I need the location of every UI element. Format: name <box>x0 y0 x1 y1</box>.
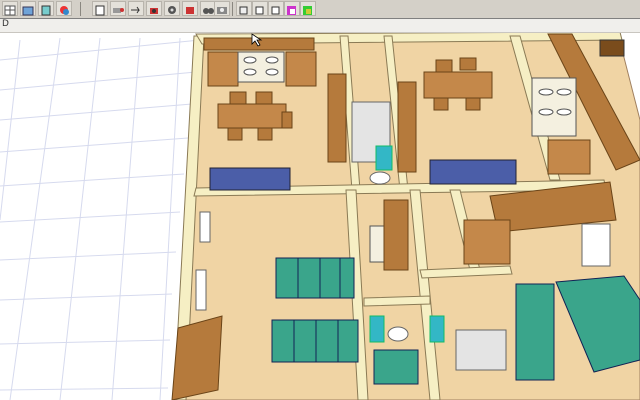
toolbar-separator <box>80 2 81 16</box>
properties-icon <box>113 8 124 13</box>
status-strip: D <box>0 19 640 33</box>
properties-tool-button[interactable] <box>110 1 126 16</box>
view-perspective-tool-button[interactable] <box>284 1 300 16</box>
page-tool-button[interactable] <box>92 1 108 16</box>
gear-icon <box>168 6 176 14</box>
grid-tool-button[interactable] <box>2 1 18 16</box>
settings-tool-button[interactable] <box>164 1 180 16</box>
camera-tool-button[interactable] <box>146 1 162 16</box>
snapshot-tool-button[interactable] <box>214 1 230 16</box>
camera-icon <box>150 8 158 14</box>
save-tool-button[interactable] <box>38 1 54 16</box>
blue-couch-left <box>209 167 291 191</box>
status-strip-label: D <box>2 19 9 29</box>
view-side-tool-button[interactable] <box>268 1 284 16</box>
page-icon <box>95 5 105 16</box>
open-icon <box>22 6 34 16</box>
grid-icon <box>4 5 16 16</box>
render-icon <box>186 7 194 14</box>
blue-couch-right <box>429 159 517 185</box>
3d-viewport[interactable] <box>0 33 640 400</box>
tall-cabinet-center <box>327 73 347 163</box>
render-tool-button[interactable] <box>182 1 198 16</box>
view-color-icon <box>303 6 312 15</box>
toolbar <box>0 0 640 19</box>
open-tool-button[interactable] <box>20 1 36 16</box>
color-icon <box>60 6 69 15</box>
move-tool-button[interactable] <box>128 1 144 16</box>
color-tool-button[interactable] <box>56 1 72 16</box>
move-icon <box>131 6 140 14</box>
tall-cabinet-right <box>397 81 417 173</box>
view-top-tool-button[interactable] <box>236 1 252 16</box>
toolbar-separator <box>232 2 233 16</box>
view-front-icon <box>255 6 264 15</box>
view-front-tool-button[interactable] <box>252 1 268 16</box>
view-perspective-icon <box>287 6 296 15</box>
view-color-tool-button[interactable] <box>300 1 316 16</box>
walk-icon <box>203 8 214 14</box>
snapshot-icon <box>217 7 227 14</box>
floor-plan-3d-view <box>0 33 640 400</box>
ground-grid <box>0 37 201 400</box>
view-top-icon <box>239 6 248 15</box>
view-side-icon <box>271 6 280 15</box>
save-icon <box>41 5 51 16</box>
